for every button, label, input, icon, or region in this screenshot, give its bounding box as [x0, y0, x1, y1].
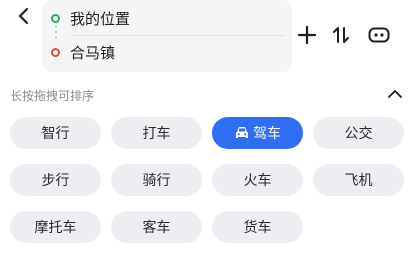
more-options-icon	[368, 27, 390, 43]
mode-label: 摩托车	[34, 220, 77, 236]
mode-label: 打车	[142, 126, 171, 142]
mode-label: 骑行	[142, 173, 171, 189]
swap-route-button[interactable]	[326, 20, 356, 50]
mode-label: 火车	[243, 173, 272, 189]
mode-label: 客车	[142, 220, 171, 236]
mode-train-button[interactable]: 火车	[212, 164, 303, 196]
add-waypoint-button[interactable]	[292, 20, 322, 50]
mode-bike-button[interactable]: 骑行	[111, 164, 202, 196]
mode-coach-button[interactable]: 客车	[111, 211, 202, 243]
mode-walk-button[interactable]: 步行	[10, 164, 101, 196]
start-location-text: 我的位置	[70, 9, 131, 28]
mode-truck-button[interactable]: 货车	[212, 211, 303, 243]
plus-icon	[298, 26, 316, 44]
mode-label: 飞机	[344, 173, 373, 189]
mode-label: 公交	[344, 126, 373, 142]
end-location-row[interactable]: 合马镇	[42, 37, 292, 67]
start-dot-icon	[51, 13, 60, 23]
start-location-row[interactable]: 我的位置	[42, 3, 292, 33]
back-button[interactable]	[10, 2, 38, 30]
collapse-button[interactable]	[382, 84, 408, 104]
mode-label: 智行	[41, 126, 70, 142]
travel-mode-grid: 智行 打车 驾车 公交 步行 骑行 火车 飞机 摩托车 客车 货车	[10, 117, 405, 243]
chevron-left-icon	[18, 7, 29, 25]
mode-transit-button[interactable]: 公交	[313, 117, 404, 149]
end-dot-icon	[51, 47, 60, 57]
end-location-text: 合马镇	[70, 43, 116, 62]
mode-label: 货车	[243, 220, 272, 236]
mode-motorcycle-button[interactable]: 摩托车	[10, 211, 101, 243]
chevron-up-icon	[388, 90, 402, 98]
mode-drive-button[interactable]: 驾车	[212, 117, 303, 149]
mode-plane-button[interactable]: 飞机	[313, 164, 404, 196]
route-divider	[70, 35, 285, 36]
mode-label: 驾车	[253, 126, 281, 142]
car-icon	[234, 126, 250, 140]
swap-vertical-icon	[333, 27, 349, 43]
sort-hint-text: 长按拖拽可排序	[10, 89, 95, 103]
mode-taxi-button[interactable]: 打车	[111, 117, 202, 149]
mode-label: 步行	[41, 173, 70, 189]
route-card: 我的位置 合马镇	[42, 0, 292, 72]
mode-smart-button[interactable]: 智行	[10, 117, 101, 149]
more-options-button[interactable]	[364, 20, 394, 50]
